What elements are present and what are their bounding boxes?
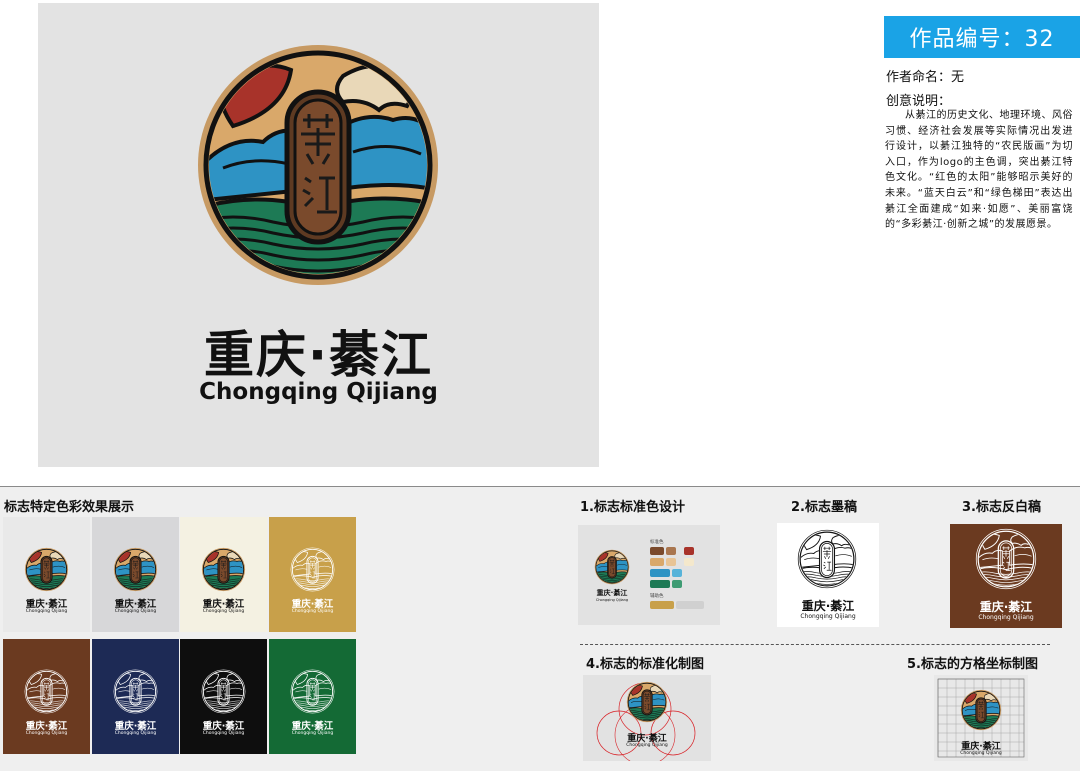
color-effect-tile: 重庆·綦江 Chongqing Qijiang [3, 639, 90, 754]
tile-logo-pinyin: Chongqing Qijiang [114, 609, 157, 614]
stdraw-thumb-pinyin: Chongqing Qijiang [626, 743, 668, 748]
reverse-draft-title: 3.标志反白稿 [962, 500, 1041, 515]
tile-logo-name: 重庆·綦江 [114, 599, 157, 610]
standard-drawing-title: 4.标志的标准化制图 [586, 657, 704, 672]
qijiang-logo-icon [290, 669, 335, 714]
description-title: 创意说明： [886, 94, 952, 109]
std-color-thumbnail: 重庆·綦江 Chongqing Qijiang 标准色 辅助色 [578, 525, 720, 625]
tile-logo-name: 重庆·綦江 [291, 599, 334, 610]
tile-logo-pinyin: Chongqing Qijiang [114, 731, 157, 736]
qijiang-logo-icon [24, 547, 69, 592]
swatch-brown [650, 547, 664, 555]
qijiang-logo-ink-icon [797, 529, 857, 589]
auxiliary-color-label: 辅助色 [650, 594, 664, 599]
swatch-blue [650, 569, 670, 577]
qijiang-logo-icon [201, 669, 246, 714]
qijiang-logo-icon [626, 681, 668, 723]
tile-logo-name: 重庆·綦江 [114, 721, 157, 732]
std-thumb-pinyin: Chongqing Qijiang [595, 598, 629, 602]
color-effect-tile: 重庆·綦江 Chongqing Qijiang [3, 517, 90, 632]
reverse-thumb-pinyin: Chongqing Qijiang [978, 614, 1034, 621]
author-line: 作者命名：无 [886, 70, 965, 85]
color-effect-tile: 重庆·綦江 Chongqing Qijiang [92, 639, 179, 754]
tile-logo-name: 重庆·綦江 [202, 721, 245, 732]
grid-drawing-title: 5.标志的方格坐标制图 [907, 657, 1038, 672]
main-logo-panel: 重庆·綦江 Chongqing Qijiang [38, 3, 599, 467]
swatch-green-2 [672, 580, 682, 588]
ink-thumb-pinyin: Chongqing Qijiang [800, 613, 856, 620]
reverse-draft-thumbnail: 重庆·綦江 Chongqing Qijiang [950, 524, 1062, 628]
swatch-green [650, 580, 670, 588]
swatch-gold [650, 601, 674, 609]
main-logo-pinyin: Chongqing Qijiang [199, 379, 438, 405]
description-body: 从綦江的历史文化、地理环境、风俗习惯、经济社会发展等实际情况出发进行设计，以綦江… [885, 110, 1073, 231]
section-divider [580, 644, 1050, 645]
grid-thumb-pinyin: Chongqing Qijiang [960, 751, 1002, 756]
qijiang-logo-icon [198, 45, 438, 285]
qijiang-logo-icon [113, 669, 158, 714]
tile-logo-pinyin: Chongqing Qijiang [291, 731, 334, 736]
swatch-tan [650, 558, 664, 566]
color-effect-tile: 重庆·綦江 Chongqing Qijiang [269, 639, 356, 754]
main-logo-name: 重庆·綦江 [204, 326, 433, 384]
qijiang-logo-reverse-icon [975, 528, 1037, 590]
standard-color-label: 标准色 [650, 540, 664, 545]
tile-logo-name: 重庆·綦江 [25, 599, 68, 610]
work-number-banner: 作品编号：32 [884, 16, 1080, 58]
color-effects-title: 标志特定色彩效果展示 [4, 500, 135, 515]
ink-thumb-name: 重庆·綦江 [801, 599, 855, 613]
qijiang-logo-icon [24, 669, 69, 714]
qijiang-logo-icon [960, 689, 1002, 731]
qijiang-logo-icon [290, 547, 335, 592]
swatch-tan-2 [666, 558, 676, 566]
standard-drawing-thumbnail: 重庆·綦江 Chongqing Qijiang [583, 675, 711, 761]
tile-logo-name: 重庆·綦江 [25, 721, 68, 732]
swatch-grey [676, 601, 704, 609]
tile-logo-name: 重庆·綦江 [291, 721, 334, 732]
std-color-title: 1.标志标准色设计 [580, 500, 685, 515]
tile-logo-pinyin: Chongqing Qijiang [291, 609, 334, 614]
ink-draft-thumbnail: 重庆·綦江 Chongqing Qijiang [777, 523, 879, 627]
color-effect-tile: 重庆·綦江 Chongqing Qijiang [269, 517, 356, 632]
tile-logo-pinyin: Chongqing Qijiang [202, 609, 245, 614]
tile-logo-pinyin: Chongqing Qijiang [25, 731, 68, 736]
swatch-cream [684, 558, 694, 566]
color-effect-tile: 重庆·綦江 Chongqing Qijiang [92, 517, 179, 632]
ink-draft-title: 2.标志墨稿 [791, 500, 857, 515]
reverse-thumb-name: 重庆·綦江 [979, 600, 1033, 614]
swatch-red [684, 547, 694, 555]
qijiang-logo-icon [594, 549, 630, 585]
color-effect-tile: 重庆·綦江 Chongqing Qijiang [180, 639, 267, 754]
tile-logo-pinyin: Chongqing Qijiang [202, 731, 245, 736]
tile-logo-name: 重庆·綦江 [202, 599, 245, 610]
swatch-blue-2 [672, 569, 682, 577]
std-thumb-name: 重庆·綦江 [596, 589, 628, 597]
qijiang-logo-icon [113, 547, 158, 592]
swatch-brown-2 [666, 547, 676, 555]
tile-logo-pinyin: Chongqing Qijiang [25, 609, 68, 614]
grid-drawing-thumbnail: 重庆·綦江 Chongqing Qijiang [934, 675, 1028, 761]
qijiang-logo-icon [201, 547, 246, 592]
color-effect-tile: 重庆·綦江 Chongqing Qijiang [180, 517, 267, 632]
